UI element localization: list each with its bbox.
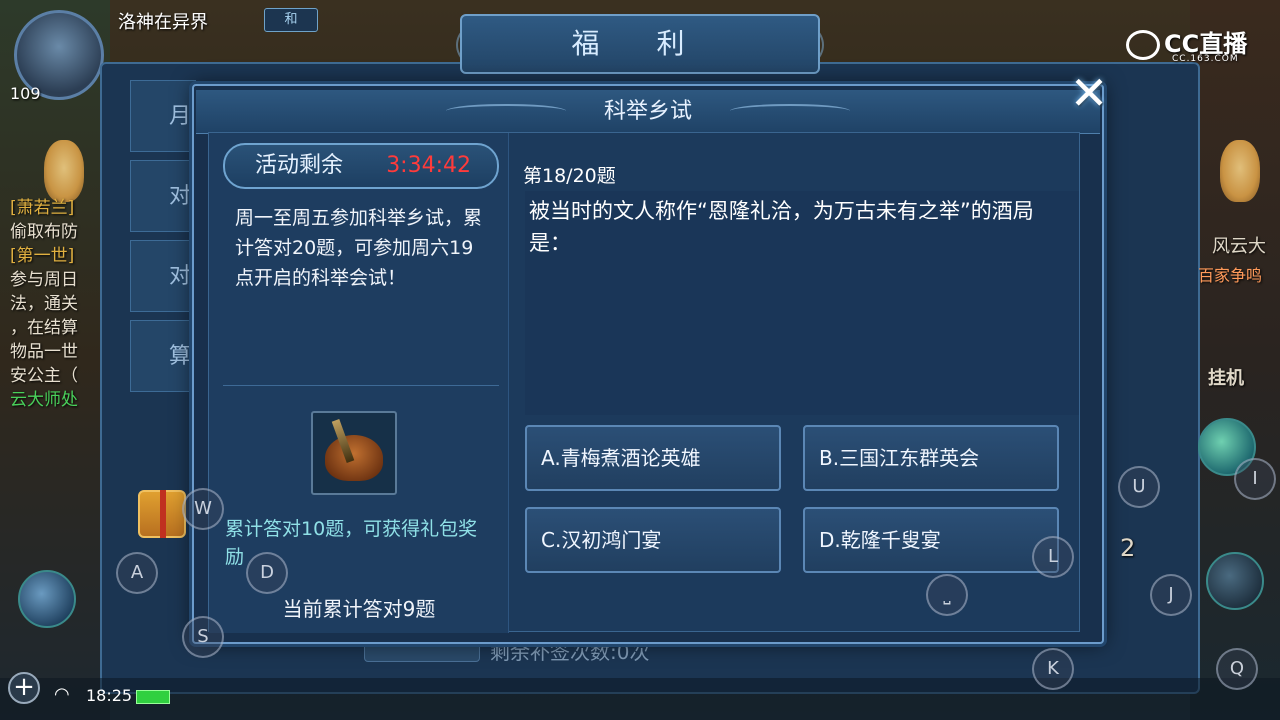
vkey-u[interactable]: U <box>1118 466 1160 508</box>
question-box: 被当时的文人称作“恩隆礼洽，为万古未有之举”的酒局是： <box>525 191 1079 415</box>
horse-skill-icon[interactable] <box>18 570 76 628</box>
correct-count: 当前累计答对9题 <box>282 597 436 621</box>
right-scene-strip <box>1190 0 1280 720</box>
sidebar-tab[interactable]: 算 <box>130 320 196 392</box>
cc-live-logo: CC直播 CC.163.COM <box>1126 24 1266 68</box>
exam-title: 科举乡试 <box>603 99 692 124</box>
option-a-button[interactable]: A.青梅煮酒论英雄 <box>525 425 781 491</box>
vkey-space[interactable]: ⎵ <box>926 574 968 616</box>
chat-line: 云大师处 <box>10 390 78 410</box>
divider <box>223 385 499 386</box>
option-b-button[interactable]: B.三国江东群英会 <box>803 425 1059 491</box>
player-level: 109 <box>10 84 41 103</box>
vkey-l[interactable]: L <box>1032 536 1074 578</box>
timer-value: 3:34:42 <box>386 153 471 178</box>
chat-line: ，在结算 <box>10 318 78 338</box>
auto-battle-label[interactable]: 挂机 <box>1208 364 1244 390</box>
exam-content: 活动剩余 3:34:42 周一至周五参加科举乡试，累计答对20题，可参加周六19… <box>208 132 1080 633</box>
chat-line: 参与周日 <box>10 270 78 290</box>
question-number: 第18/20题 <box>523 165 616 187</box>
cloud-icon <box>1126 30 1160 60</box>
vkey-w[interactable]: W <box>182 488 224 530</box>
question-text: 被当时的文人称作“恩隆礼洽，为万古未有之举”的酒局是： <box>529 199 1034 255</box>
option-d-button[interactable]: D.乾隆千叟宴 <box>803 507 1059 573</box>
vkey-k[interactable]: K <box>1032 648 1074 690</box>
vkey-s[interactable]: S <box>182 616 224 658</box>
expand-plus-button[interactable]: + <box>8 672 40 704</box>
player-name: 洛神在异界 <box>118 12 208 33</box>
exam-title-bar: 科举乡试 <box>196 90 1100 134</box>
chat-line: 安公主（ <box>10 366 78 386</box>
battery-icon <box>136 690 170 704</box>
vkey-q[interactable]: Q <box>1216 648 1258 690</box>
fengyun-label: 风云大 <box>1212 236 1266 257</box>
gift-box-icon[interactable] <box>138 490 186 538</box>
chat-line: [萧若兰] <box>10 198 75 218</box>
counter-number: 2 <box>1120 534 1136 562</box>
sidebar-tab[interactable]: 对 <box>130 240 196 312</box>
baijia-label: 百家争鸣 <box>1198 266 1263 285</box>
wifi-icon: ◠ <box>54 684 70 705</box>
chat-log: [萧若兰] 偷取布防 [第一世] 参与周日 法，通关 ，在结算 物品一世 安公主… <box>10 196 110 412</box>
lock-skill-icon[interactable] <box>1206 552 1264 610</box>
vkey-a[interactable]: A <box>116 552 158 594</box>
lantern-icon <box>44 140 84 202</box>
sidebar-tab[interactable]: 对 <box>130 160 196 232</box>
close-icon[interactable]: ✕ <box>1066 70 1112 116</box>
exam-dialog: 科举乡试 活动剩余 3:34:42 周一至周五参加科举乡试，累计答对20题，可参… <box>192 84 1104 644</box>
vkey-i[interactable]: I <box>1234 458 1276 500</box>
sidebar-tab[interactable]: 月 <box>130 80 196 152</box>
vkey-d[interactable]: D <box>246 552 288 594</box>
timer-label: 活动剩余 <box>255 153 344 178</box>
chat-line: 法，通关 <box>10 294 78 314</box>
cc-logo-url: CC.163.COM <box>1172 54 1239 64</box>
chat-line: 物品一世 <box>10 342 78 362</box>
title-ornament-right <box>730 104 850 118</box>
title-ornament-left <box>446 104 566 118</box>
clock: 18:25 <box>86 686 133 705</box>
reward-item-icon[interactable] <box>311 411 397 495</box>
status-bar <box>0 678 1280 720</box>
chat-line: [第一世] <box>10 246 75 266</box>
chat-line: 偷取布防 <box>10 222 78 242</box>
lantern-icon <box>1220 140 1260 202</box>
timer-box: 活动剩余 3:34:42 <box>223 143 499 189</box>
option-c-button[interactable]: C.汉初鸿门宴 <box>525 507 781 573</box>
exam-description: 周一至周五参加科举乡试，累计答对20题，可参加周六19点开启的科举会试！ <box>235 207 483 289</box>
welfare-title: 福 利 <box>460 14 820 74</box>
vkey-j[interactable]: J <box>1150 574 1192 616</box>
faction-badge[interactable]: 和 <box>264 8 318 32</box>
welfare-sidebar: 月 对 对 算 <box>130 80 196 550</box>
bowl-icon <box>325 435 383 481</box>
